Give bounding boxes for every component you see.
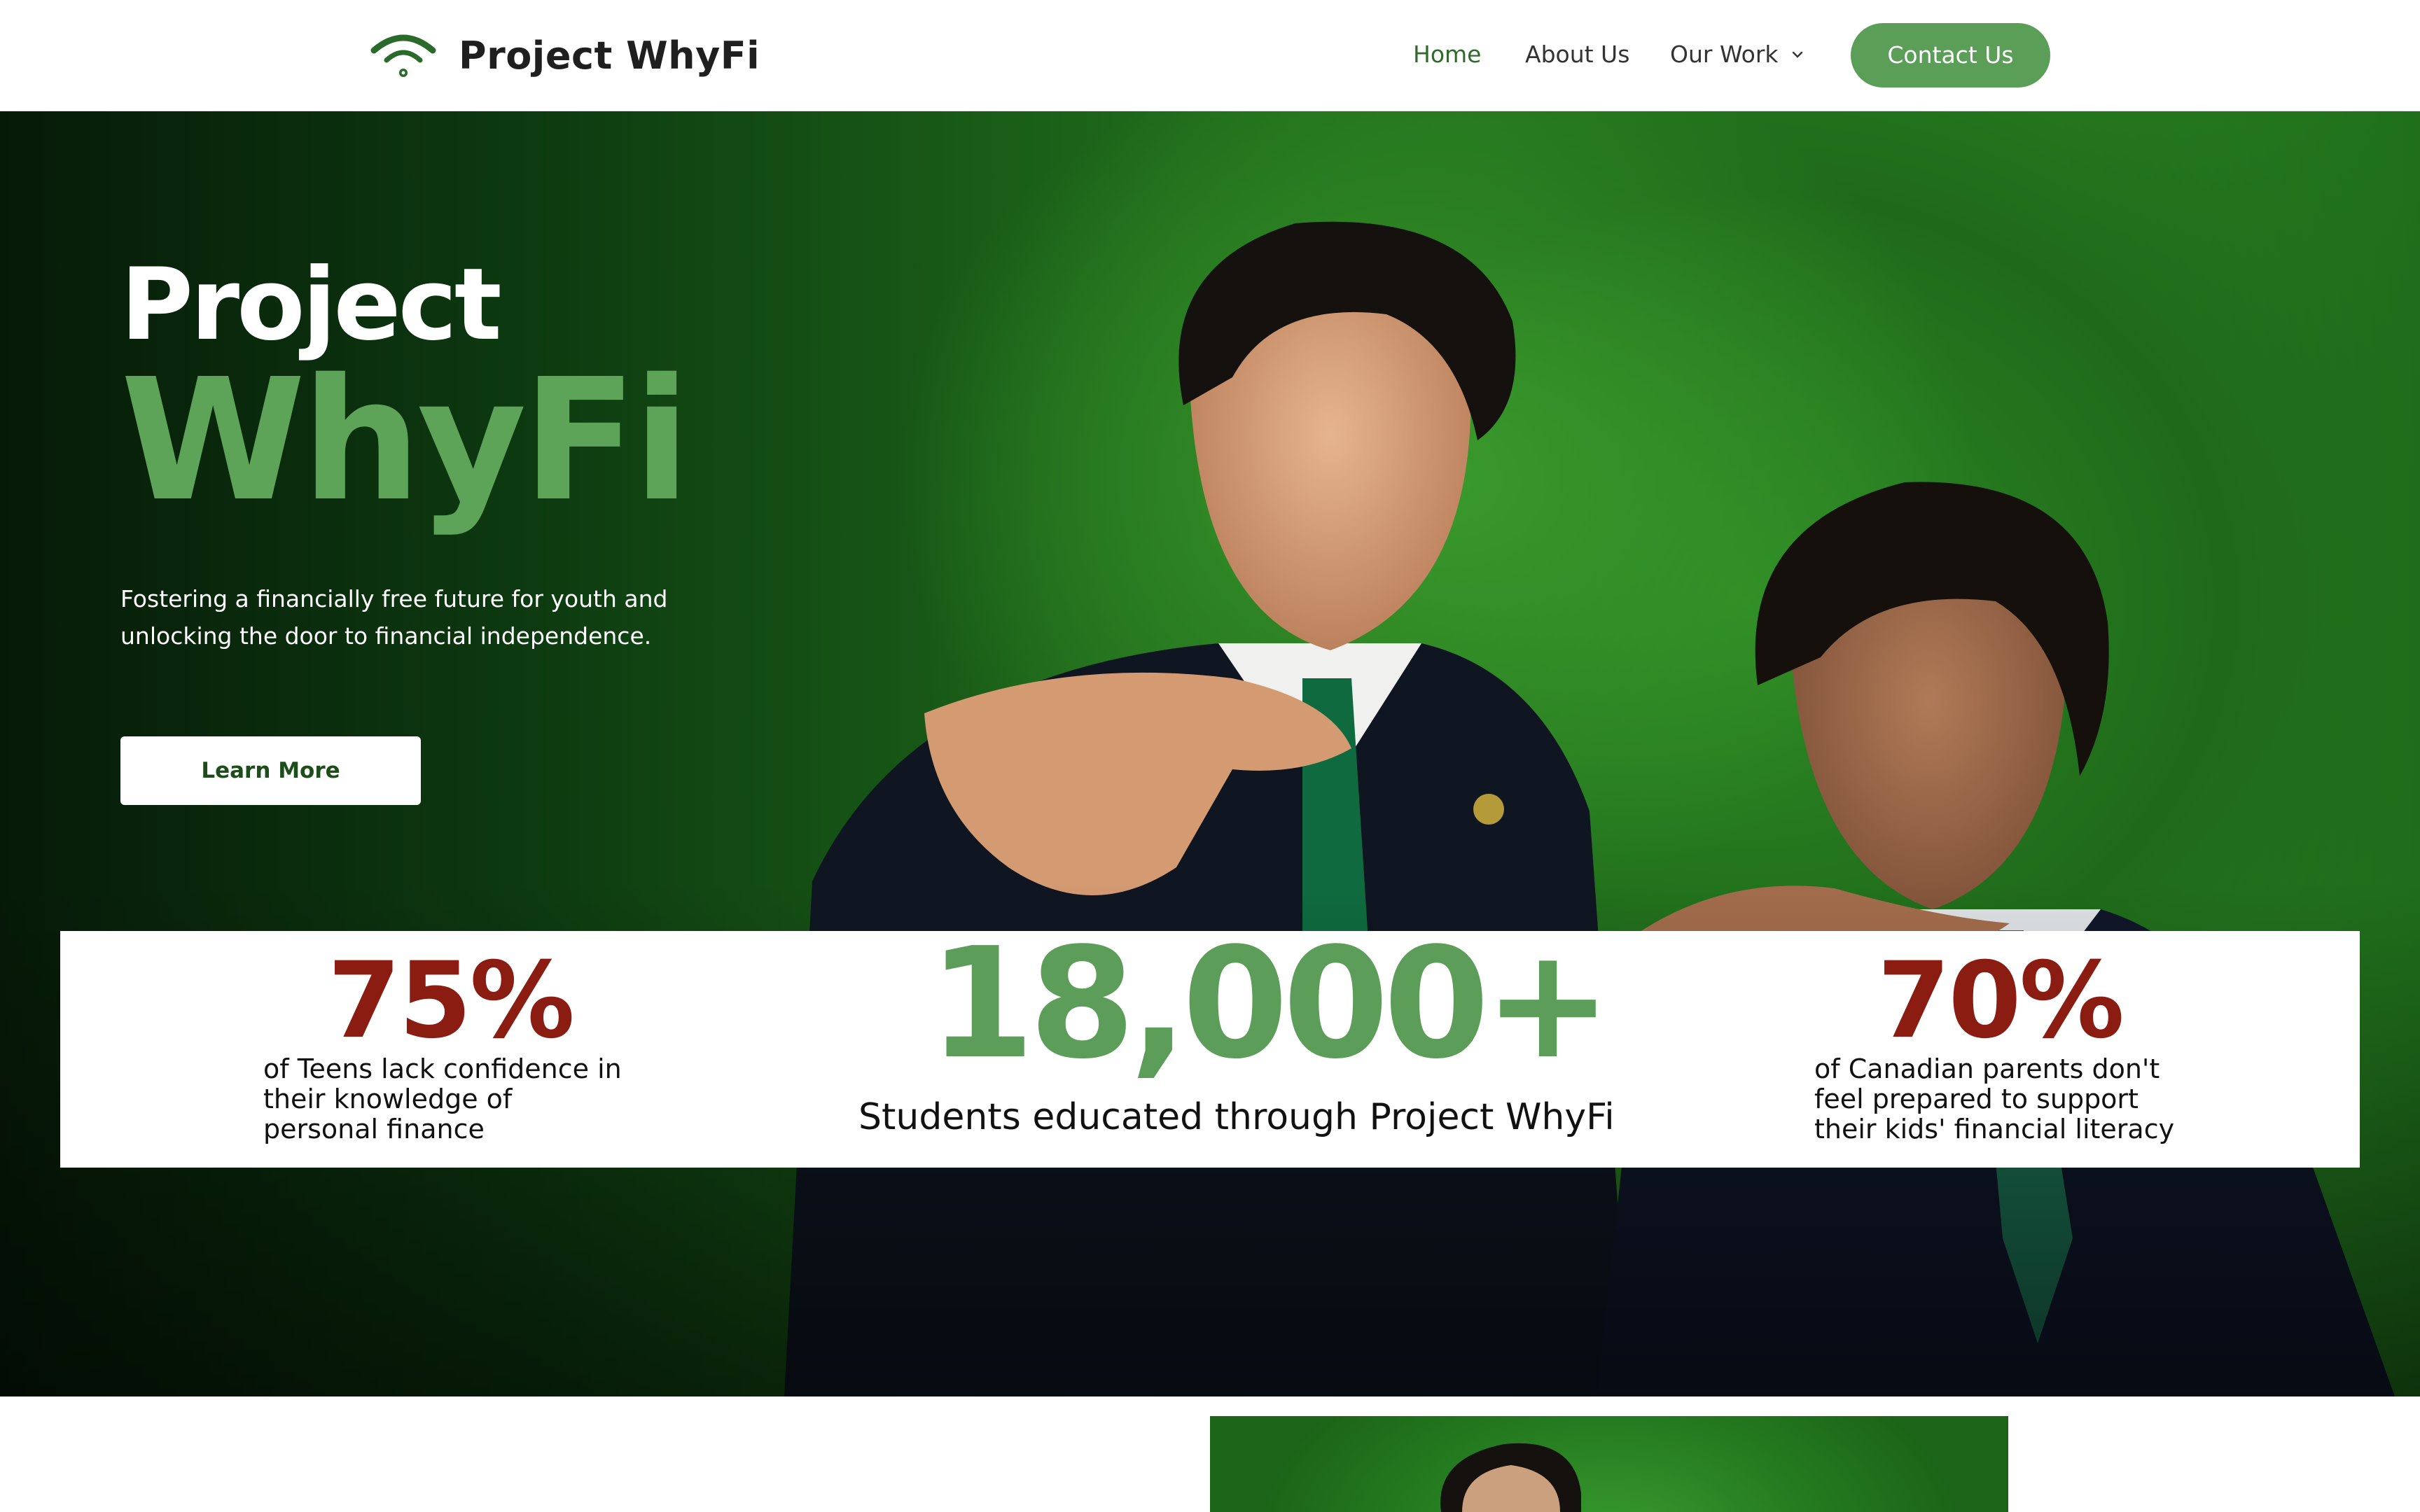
stat-teens-value: 75% — [328, 940, 575, 1062]
nav-home[interactable]: Home — [1413, 39, 1481, 70]
next-section-image — [1210, 1416, 2008, 1512]
next-section-photo — [1440, 1443, 1581, 1512]
nav-our-work[interactable]: Our Work — [1670, 39, 1805, 70]
hero-section: Project WhyFi Fostering a financially fr… — [0, 111, 2420, 1396]
brand-name[interactable]: Project WhyFi — [459, 31, 760, 81]
stat-parents-desc: of Canadian parents don't feel prepared … — [1814, 1054, 2175, 1144]
learn-more-button[interactable]: Learn More — [120, 736, 421, 805]
wifi-logo-icon[interactable] — [370, 29, 437, 80]
stat-students-desc: Students educated through Project WhyFi — [858, 1096, 1615, 1138]
chevron-down-icon — [1792, 51, 1802, 58]
stats-strip: 75% of Teens lack confidence in their kn… — [60, 927, 2360, 1168]
nav-about-us[interactable]: About Us — [1525, 39, 1629, 70]
site-header: Project WhyFi Home About Us Our Work Con… — [0, 0, 2420, 111]
hero-subtitle: Fostering a financially free future for … — [120, 585, 668, 650]
nav-our-work-label: Our Work — [1670, 41, 1779, 68]
contact-us-button[interactable]: Contact Us — [1851, 23, 2050, 88]
stat-parents-value: 70% — [1877, 940, 2125, 1062]
hero-title-whyfi: WhyFi — [120, 342, 690, 538]
stat-teens-desc: of Teens lack confidence in their knowle… — [263, 1054, 622, 1144]
stat-students-value: 18,000+ — [929, 916, 1612, 1093]
